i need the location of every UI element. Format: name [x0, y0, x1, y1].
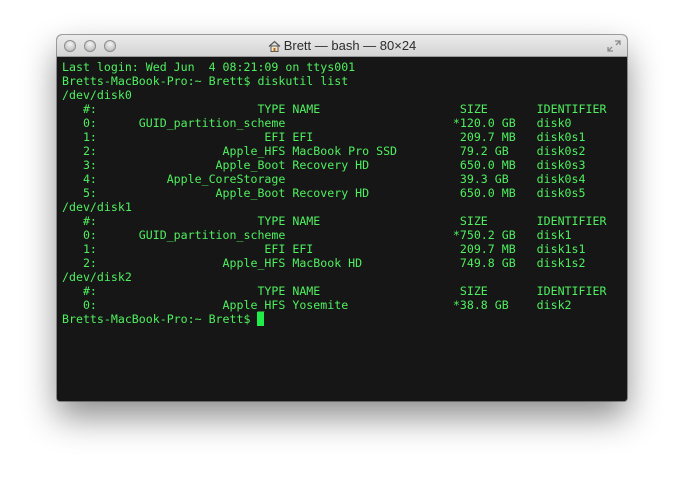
- terminal-line: 5: Apple_Boot Recovery HD 650.0 MB disk0…: [62, 186, 586, 200]
- terminal-line: 1: EFI EFI 209.7 MB disk0s1: [62, 130, 586, 144]
- terminal-line: #: TYPE NAME SIZE IDENTIFIER: [62, 102, 607, 116]
- text-cursor: [257, 312, 265, 326]
- title-bar[interactable]: Brett — bash — 80×24: [57, 35, 627, 57]
- home-icon: [268, 40, 281, 52]
- terminal-line: 3: Apple_Boot Recovery HD 650.0 MB disk0…: [62, 158, 586, 172]
- terminal-line: Bretts-MacBook-Pro:~ Brett$ diskutil lis…: [62, 74, 349, 88]
- prompt-text: Bretts-MacBook-Pro:~ Brett$: [62, 312, 258, 326]
- terminal-line: 0: Apple_HFS Yosemite *38.8 GB disk2: [62, 298, 572, 312]
- window-title: Brett — bash — 80×24: [57, 38, 627, 54]
- terminal-screen[interactable]: Last login: Wed Jun 4 08:21:09 on ttys00…: [57, 57, 627, 401]
- terminal-line: 2: Apple_HFS MacBook HD 749.8 GB disk1s2: [62, 256, 586, 270]
- terminal-line: 1: EFI EFI 209.7 MB disk1s1: [62, 242, 586, 256]
- window-title-text: Brett — bash — 80×24: [283, 38, 417, 53]
- prompt-line: Bretts-MacBook-Pro:~ Brett$: [62, 312, 627, 326]
- terminal-line: 4: Apple_CoreStorage 39.3 GB disk0s4: [62, 172, 586, 186]
- terminal-window: Brett — bash — 80×24 Last login: Wed Jun…: [57, 35, 627, 401]
- terminal-line: /dev/disk0: [62, 88, 132, 102]
- terminal-line: 0: GUID_partition_scheme *750.2 GB disk1: [62, 228, 572, 242]
- terminal-line: Last login: Wed Jun 4 08:21:09 on ttys00…: [62, 60, 356, 74]
- terminal-output: Last login: Wed Jun 4 08:21:09 on ttys00…: [62, 60, 627, 326]
- terminal-line: #: TYPE NAME SIZE IDENTIFIER: [62, 214, 607, 228]
- terminal-line: /dev/disk1: [62, 200, 132, 214]
- fullscreen-icon[interactable]: [607, 40, 621, 52]
- terminal-line: /dev/disk2: [62, 270, 132, 284]
- terminal-line: 0: GUID_partition_scheme *120.0 GB disk0: [62, 116, 572, 130]
- terminal-line: 2: Apple_HFS MacBook Pro SSD 79.2 GB dis…: [62, 144, 586, 158]
- terminal-line: #: TYPE NAME SIZE IDENTIFIER: [62, 284, 607, 298]
